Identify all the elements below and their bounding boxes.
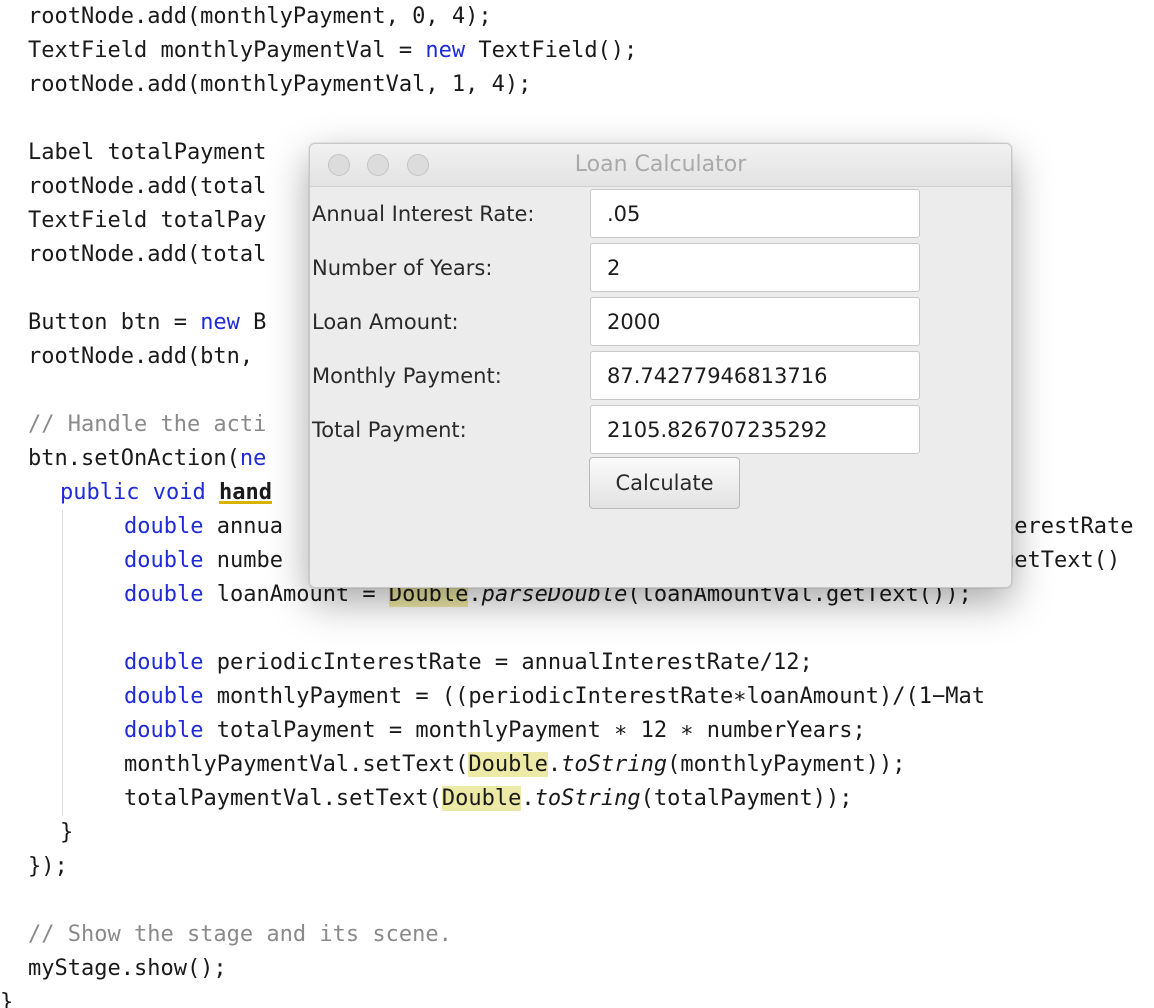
code-token: .: [521, 786, 535, 811]
code-line: // Show the stage and its scene.: [28, 918, 452, 952]
code-line: public void hand: [60, 476, 272, 510]
code-token: });: [28, 854, 68, 879]
code-token: myStage.show();: [28, 956, 227, 981]
code-token: monthlyPayment = ((periodicInterestRate∗…: [203, 684, 985, 709]
code-token: annua: [203, 514, 283, 539]
code-token: terestRate: [1001, 514, 1134, 539]
code-token: btn.setOnAction(: [28, 446, 240, 471]
annual-interest-rate-label: Annual Interest Rate:: [312, 202, 535, 226]
indent-guide: [62, 510, 63, 816]
title-bar[interactable]: Loan Calculator: [310, 144, 1011, 187]
code-line: TextField monthlyPaymentVal = new TextFi…: [28, 34, 637, 68]
code-token: rootNode.add(monthlyPaymentVal, 1, 4);: [28, 72, 532, 97]
code-line: }: [0, 986, 13, 1008]
code-token: rootNode.add(total: [28, 242, 267, 267]
code-token: }: [60, 820, 74, 845]
code-line: double totalPayment = monthlyPayment ∗ 1…: [124, 714, 866, 748]
code-line: rootNode.add(total: [28, 238, 266, 272]
number-of-years-label: Number of Years:: [312, 256, 493, 280]
code-token: TextField totalPay: [28, 208, 267, 233]
number-of-years-input[interactable]: [590, 243, 920, 292]
code-token: }: [0, 990, 14, 1008]
code-token: rootNode.add(monthlyPayment, 0, 4);: [28, 4, 492, 29]
code-line: btn.setOnAction(ne: [28, 442, 266, 476]
code-token: double: [124, 514, 204, 539]
code-token: public: [60, 480, 140, 505]
monthly-payment-label: Monthly Payment:: [312, 364, 502, 388]
code-token: Button btn =: [28, 310, 201, 335]
code-token: TextField monthlyPaymentVal =: [28, 38, 426, 63]
loan-amount-input[interactable]: [590, 297, 920, 346]
code-token: Double: [441, 786, 522, 811]
loan-amount-label: Loan Amount:: [312, 310, 459, 334]
total-payment-input[interactable]: [590, 405, 920, 454]
code-token: toString: [561, 752, 668, 777]
loan-calculator-window: Loan Calculator Annual Interest Rate: Nu…: [309, 143, 1012, 588]
code-token: Label totalPayment: [28, 140, 267, 165]
code-token: (totalPayment));: [640, 786, 853, 811]
code-token: .: [547, 752, 562, 777]
code-token: monthlyPaymentVal.setText(: [124, 752, 469, 777]
code-token: double: [124, 548, 204, 573]
code-line: totalPaymentVal.setText(Double.toString(…: [124, 782, 853, 816]
code-line: rootNode.add(total: [28, 170, 266, 204]
code-token: ne: [239, 446, 267, 471]
annual-interest-rate-input[interactable]: [590, 189, 920, 238]
code-token: double: [124, 684, 204, 709]
code-token: TextField();: [465, 38, 638, 63]
code-token: double: [124, 650, 204, 675]
code-token: double: [124, 718, 204, 743]
code-token: rootNode.add(btn,: [28, 344, 267, 369]
code-token: B: [239, 310, 267, 335]
code-token: toString: [534, 786, 641, 811]
code-token: totalPaymentVal.setText(: [124, 786, 442, 811]
code-line: TextField totalPay: [28, 204, 266, 238]
code-token: (monthlyPayment));: [667, 752, 906, 777]
code-token: rootNode.add(total: [28, 174, 267, 199]
code-line: });: [28, 850, 68, 884]
code-token: new: [200, 310, 240, 335]
code-token: getText(): [1001, 548, 1121, 573]
code-line: myStage.show();: [28, 952, 227, 986]
code-line: double periodicInterestRate = annualInte…: [124, 646, 813, 680]
code-line: rootNode.add(btn,: [28, 340, 266, 374]
code-token: periodicInterestRate = annualInterestRat…: [203, 650, 813, 675]
code-line: // Handle the acti: [28, 408, 266, 442]
code-token: totalPayment = monthlyPayment ∗ 12 ∗ num…: [203, 718, 866, 743]
code-token: numbe: [203, 548, 283, 573]
code-token: Double: [468, 752, 548, 777]
code-line: getText(): [1001, 544, 1120, 578]
code-line: }: [60, 816, 73, 850]
code-line: double numbe: [124, 544, 283, 578]
code-line: terestRate: [1001, 510, 1133, 544]
total-payment-label: Total Payment:: [312, 418, 467, 442]
code-line: rootNode.add(monthlyPayment, 0, 4);: [28, 0, 492, 34]
code-line: Label totalPayment: [28, 136, 266, 170]
window-title: Loan Calculator: [574, 152, 747, 177]
code-line: double monthlyPayment = ((periodicIntere…: [124, 680, 985, 714]
code-line: double annua: [124, 510, 283, 544]
code-token: // Show the stage and its scene.: [28, 922, 452, 947]
code-line: Button btn = new B: [28, 306, 266, 340]
code-token: void: [152, 480, 206, 505]
code-line: rootNode.add(monthlyPaymentVal, 1, 4);: [28, 68, 531, 102]
code-token: hand: [218, 480, 272, 505]
calculate-button[interactable]: Calculate: [589, 457, 740, 509]
code-token: new: [425, 38, 466, 63]
code-token: // Handle the acti: [28, 412, 267, 437]
code-token: double: [124, 582, 204, 607]
code-line: monthlyPaymentVal.setText(Double.toStrin…: [124, 748, 906, 782]
monthly-payment-input[interactable]: [590, 351, 920, 400]
